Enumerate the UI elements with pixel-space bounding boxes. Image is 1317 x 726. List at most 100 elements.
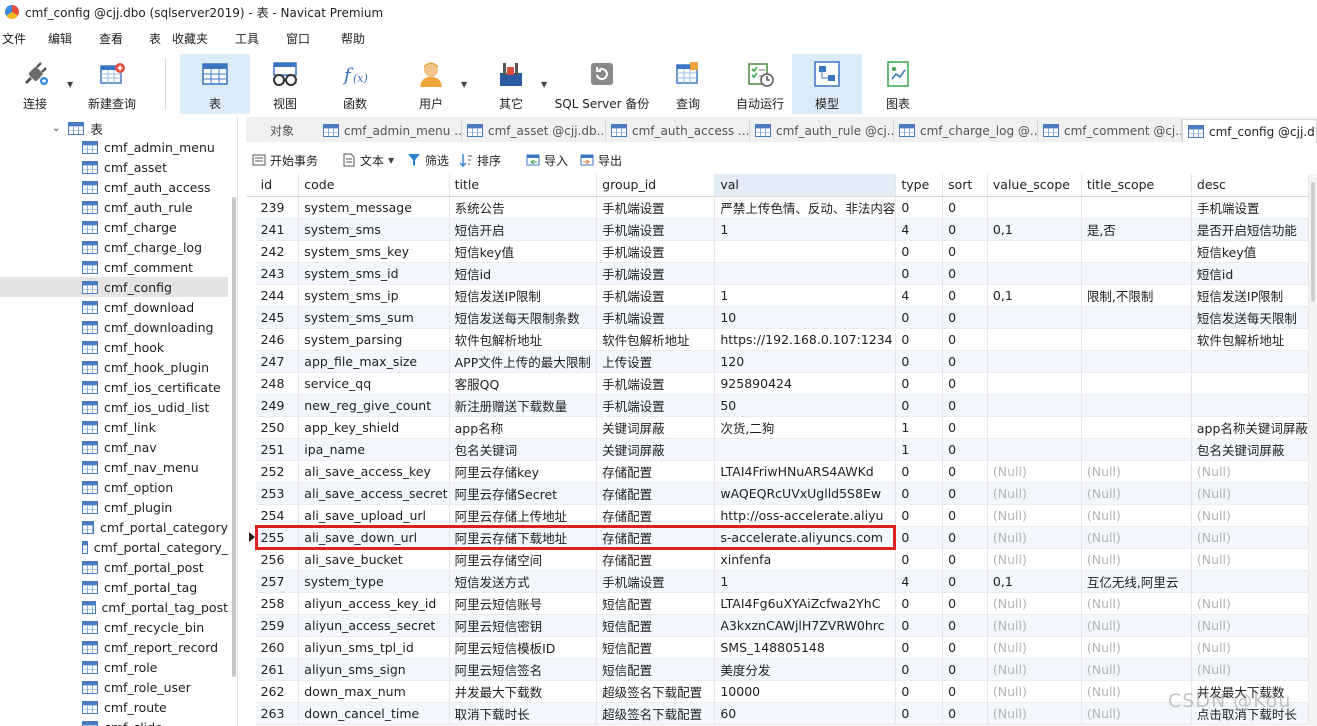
filter-button[interactable]: 筛选	[407, 149, 449, 171]
sidebar-item-cmf_downloading[interactable]: cmf_downloading	[0, 317, 228, 337]
cell-id[interactable]: 253	[255, 482, 300, 505]
cell-desc[interactable]	[1191, 570, 1309, 593]
cell-sort[interactable]: 0	[942, 548, 988, 571]
menu-table[interactable]: 表	[143, 29, 167, 49]
cell-title_scope[interactable]	[1081, 372, 1192, 395]
cell-code[interactable]: aliyun_access_secret	[298, 614, 450, 637]
cell-title_scope[interactable]	[1081, 240, 1192, 263]
cell-val[interactable]: SMS_148805148	[714, 636, 897, 659]
cell-val[interactable]	[714, 262, 897, 285]
sort-button[interactable]: 排序	[459, 149, 501, 171]
user-button[interactable]: 用户	[409, 54, 453, 114]
cell-type[interactable]: 0	[895, 372, 944, 395]
view-button[interactable]: 视图	[262, 54, 308, 114]
cell-title[interactable]: 阿里云短信签名	[449, 658, 598, 681]
cell-value_scope[interactable]: (Null)	[987, 614, 1082, 637]
cell-title_scope[interactable]	[1081, 328, 1192, 351]
cell-title[interactable]: 短信发送方式	[449, 570, 598, 593]
cell-group_id[interactable]: 短信配置	[596, 658, 716, 681]
cell-title[interactable]: 取消下载时长	[449, 702, 598, 725]
cell-value_scope[interactable]: 0,1	[987, 218, 1082, 241]
cell-type[interactable]: 0	[895, 504, 944, 527]
cell-type[interactable]: 0	[895, 658, 944, 681]
cell-code[interactable]: ali_save_access_secret	[298, 482, 450, 505]
cell-title_scope[interactable]: (Null)	[1081, 592, 1192, 615]
export-button[interactable]: 导出	[580, 149, 622, 171]
cell-val[interactable]: 10000	[714, 680, 897, 703]
cell-title_scope[interactable]: (Null)	[1081, 460, 1192, 483]
cell-group_id[interactable]: 手机端设置	[596, 306, 716, 329]
cell-id[interactable]: 257	[255, 570, 300, 593]
cell-title_scope[interactable]: (Null)	[1081, 504, 1192, 527]
sidebar-item-cmf_portal_tag[interactable]: cmf_portal_tag	[0, 577, 228, 597]
cell-title_scope[interactable]	[1081, 438, 1192, 461]
cell-id[interactable]: 245	[255, 306, 300, 329]
cell-desc[interactable]: 包名关键词屏蔽	[1191, 438, 1309, 461]
cell-desc[interactable]: 短信发送每天限制	[1191, 306, 1309, 329]
cell-val[interactable]: 1	[714, 570, 897, 593]
tree-node-tables[interactable]: ⌄ 表	[52, 119, 103, 137]
cell-type[interactable]: 0	[895, 482, 944, 505]
connect-button[interactable]: 连接	[12, 54, 58, 114]
cell-sort[interactable]: 0	[942, 240, 988, 263]
cell-sort[interactable]: 0	[942, 416, 988, 439]
cell-title[interactable]: 阿里云存储空间	[449, 548, 598, 571]
tab-cmf_admin_menu[interactable]: cmf_admin_menu ...	[318, 119, 462, 142]
sidebar-item-cmf_role_user[interactable]: cmf_role_user	[0, 677, 228, 697]
cell-val[interactable]: s-accelerate.aliyuncs.com	[714, 526, 897, 549]
cell-id[interactable]: 242	[255, 240, 300, 263]
cell-desc[interactable]: (Null)	[1191, 592, 1309, 615]
cell-sort[interactable]: 0	[942, 570, 988, 593]
cell-title_scope[interactable]: (Null)	[1081, 548, 1192, 571]
cell-value_scope[interactable]	[987, 262, 1082, 285]
sidebar-item-cmf_hook_plugin[interactable]: cmf_hook_plugin	[0, 357, 228, 377]
cell-group_id[interactable]: 短信配置	[596, 592, 716, 615]
table-row[interactable]: 241 system_sms 短信开启 手机端设置 1 4 0 0,1 是,否 是否开启短信功能	[246, 218, 1309, 241]
cell-title_scope[interactable]: 限制,不限制	[1081, 284, 1192, 307]
table-row[interactable]: 257 system_type 短信发送方式 手机端设置 1 4 0 0,1 互亿无线,阿里云	[246, 570, 1309, 593]
cell-id[interactable]: 263	[255, 702, 300, 725]
cell-id[interactable]: 239	[255, 196, 300, 219]
cell-sort[interactable]: 0	[942, 460, 988, 483]
new-query-button[interactable]: 新建查询	[84, 54, 140, 114]
table-row[interactable]: 255 ali_save_down_url 阿里云存储下载地址 存储配置 s-accel…	[246, 526, 1309, 549]
cell-code[interactable]: ali_save_upload_url	[298, 504, 450, 527]
cell-title[interactable]: 阿里云存储下载地址	[449, 526, 598, 549]
cell-group_id[interactable]: 关键词屏蔽	[596, 438, 716, 461]
cell-group_id[interactable]: 手机端设置	[596, 240, 716, 263]
table-row[interactable]: 250 app_key_shield app名称 关键词屏蔽 次货,二狗 1 0 app名称关…	[246, 416, 1309, 439]
cell-group_id[interactable]: 手机端设置	[596, 196, 716, 219]
cell-title[interactable]: 系统公告	[449, 196, 598, 219]
cell-type[interactable]: 0	[895, 702, 944, 725]
cell-title[interactable]: 短信发送IP限制	[449, 284, 598, 307]
cell-val[interactable]: 次货,二狗	[714, 416, 897, 439]
cell-title_scope[interactable]: 互亿无线,阿里云	[1081, 570, 1192, 593]
cell-type[interactable]: 4	[895, 570, 944, 593]
cell-title[interactable]: 短信key值	[449, 240, 598, 263]
cell-desc[interactable]: 软件包解析地址	[1191, 328, 1309, 351]
cell-sort[interactable]: 0	[942, 592, 988, 615]
cell-sort[interactable]: 0	[942, 328, 988, 351]
cell-type[interactable]: 0	[895, 350, 944, 373]
cell-id[interactable]: 241	[255, 218, 300, 241]
sidebar-item-cmf_charge[interactable]: cmf_charge	[0, 217, 228, 237]
cell-code[interactable]: aliyun_sms_sign	[298, 658, 450, 681]
menu-window[interactable]: 窗口	[280, 29, 316, 49]
table-row[interactable]: 258 aliyun_access_key_id 阿里云短信账号 短信配置 LTAI4F…	[246, 592, 1309, 615]
begin-transaction-button[interactable]: 开始事务	[252, 149, 318, 171]
cell-sort[interactable]: 0	[942, 394, 988, 417]
cell-value_scope[interactable]	[987, 350, 1082, 373]
cell-code[interactable]: system_sms_id	[298, 262, 450, 285]
sidebar-item-cmf_recycle_bin[interactable]: cmf_recycle_bin	[0, 617, 228, 637]
sidebar-item-cmf_portal_category[interactable]: cmf_portal_category	[0, 517, 228, 537]
cell-title_scope[interactable]: (Null)	[1081, 614, 1192, 637]
cell-val[interactable]: 10	[714, 306, 897, 329]
cell-title_scope[interactable]: (Null)	[1081, 482, 1192, 505]
cell-title[interactable]: 并发最大下载数	[449, 680, 598, 703]
cell-code[interactable]: system_sms_ip	[298, 284, 450, 307]
sidebar-item-cmf_portal_post[interactable]: cmf_portal_post	[0, 557, 228, 577]
cell-sort[interactable]: 0	[942, 482, 988, 505]
cell-type[interactable]: 0	[895, 240, 944, 263]
cell-type[interactable]: 1	[895, 416, 944, 439]
sidebar-item-cmf_download[interactable]: cmf_download	[0, 297, 228, 317]
